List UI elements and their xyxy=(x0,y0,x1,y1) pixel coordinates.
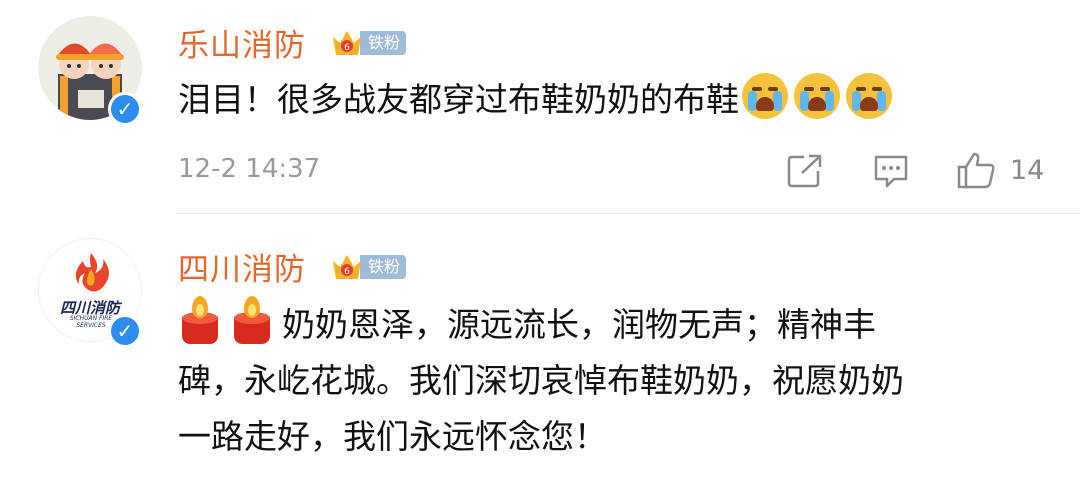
crying-face-icon xyxy=(846,73,892,119)
comment-text-line: 奶奶恩泽，源远流长，润物无声；精神丰 xyxy=(178,296,1058,353)
comment-text-line: 碑，永屹花城。我们深切哀悼布鞋奶奶，祝愿奶奶 xyxy=(178,361,904,400)
candle-icon xyxy=(230,296,274,346)
comment-item: 四川消防 SICHUAN FIRE SERVICES ✓ 四川消防 6 铁粉 奶… xyxy=(0,214,1080,483)
like-icon[interactable] xyxy=(956,150,996,194)
candle-icon xyxy=(178,296,222,346)
svg-text:6: 6 xyxy=(344,267,350,277)
crying-face-icon xyxy=(794,73,840,119)
username[interactable]: 四川消防 xyxy=(178,244,306,289)
timestamp: 12-2 14:37 xyxy=(178,154,321,184)
username[interactable]: 乐山消防 xyxy=(178,20,306,65)
like-count: 14 xyxy=(1010,155,1045,186)
crown-icon: 6 xyxy=(330,251,364,283)
comment-text-line: 一路走好，我们永远怀念您！ xyxy=(178,417,607,456)
fan-badge-label: 铁粉 xyxy=(360,31,407,55)
reply-icon[interactable] xyxy=(872,153,910,193)
fan-badge[interactable]: 6 铁粉 xyxy=(330,251,407,283)
comment-item: ✓ 乐山消防 6 铁粉 泪目！很多战友都穿过布鞋奶奶的布鞋 12-2 14:37 xyxy=(0,0,1080,215)
fan-badge-label: 铁粉 xyxy=(360,255,407,279)
svg-text:6: 6 xyxy=(344,43,350,53)
comment-text: 泪目！很多战友都穿过布鞋奶奶的布鞋 xyxy=(178,72,895,128)
crying-face-icon xyxy=(742,73,788,119)
share-icon[interactable] xyxy=(786,153,824,193)
verified-badge-icon: ✓ xyxy=(108,92,142,126)
fan-badge[interactable]: 6 铁粉 xyxy=(330,27,407,59)
comment-text: 奶奶恩泽，源远流长，润物无声；精神丰 碑，永屹花城。我们深切哀悼布鞋奶奶，祝愿奶… xyxy=(178,296,1058,465)
crown-icon: 6 xyxy=(330,27,364,59)
verified-badge-icon: ✓ xyxy=(108,314,142,348)
